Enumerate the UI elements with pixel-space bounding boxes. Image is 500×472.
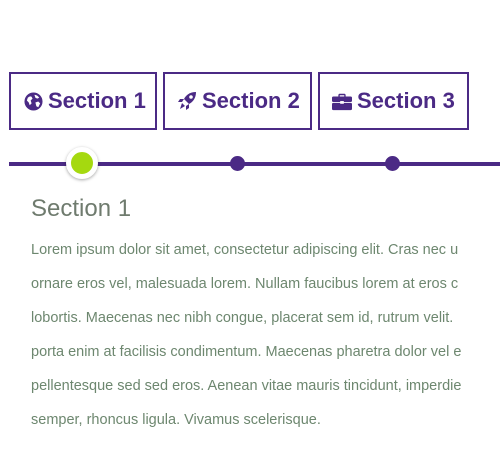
tab-section-1[interactable]: Section 1 bbox=[9, 72, 157, 130]
section-title: Section 1 bbox=[31, 195, 132, 222]
body-text-line: ornare eros vel, malesuada lorem. Nullam… bbox=[31, 276, 459, 292]
tab-label: Section 2 bbox=[202, 88, 300, 113]
body-text-line: lobortis. Maecenas nec nibh congue, plac… bbox=[31, 310, 454, 326]
tab-label: Section 3 bbox=[357, 88, 455, 113]
timeline-dot-section-2[interactable] bbox=[230, 156, 245, 171]
rocket-icon bbox=[177, 91, 197, 111]
body-text-line: semper, rhoncus ligula. Vivamus sceleris… bbox=[31, 412, 321, 428]
body-text-line: pellentesque sed sed eros. Aenean vitae … bbox=[31, 378, 462, 394]
timeline-dot-section-3[interactable] bbox=[385, 156, 400, 171]
section-content: Section 1 Lorem ipsum dolor sit amet, co… bbox=[31, 194, 500, 442]
section-body: Lorem ipsum dolor sit amet, consectetur … bbox=[31, 238, 500, 432]
tab-label: Section 1 bbox=[48, 88, 146, 113]
timeline-dot-active[interactable] bbox=[66, 147, 98, 179]
tab-section-2[interactable]: Section 2 bbox=[163, 72, 312, 130]
body-text-line: porta enim at facilisis condimentum. Mae… bbox=[31, 344, 462, 360]
briefcase-icon bbox=[332, 91, 352, 111]
tab-section-3[interactable]: Section 3 bbox=[318, 72, 469, 130]
globe-icon bbox=[23, 91, 43, 111]
body-text-line: Lorem ipsum dolor sit amet, consectetur … bbox=[31, 242, 459, 258]
